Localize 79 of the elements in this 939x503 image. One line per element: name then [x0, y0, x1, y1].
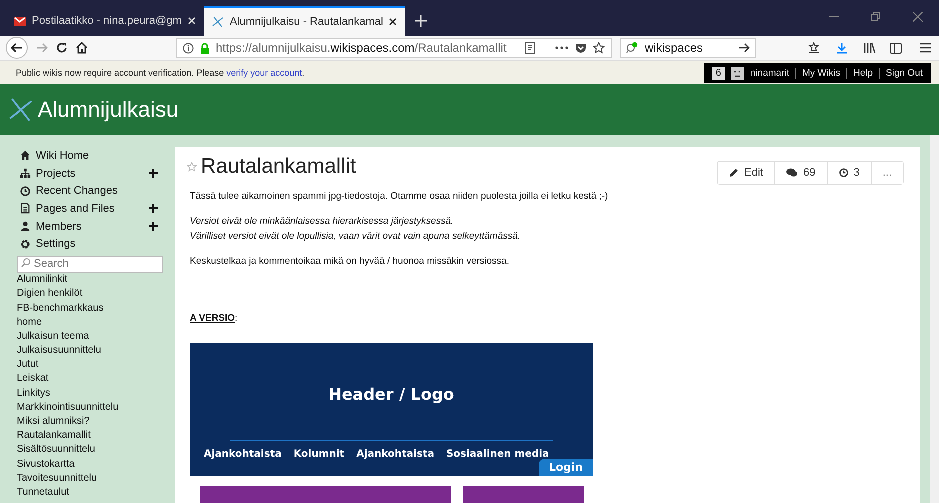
page-link[interactable]: Tavoitesuunnittelu	[17, 472, 170, 486]
paragraph: Värilliset versiot eivät ole lopullisia, vaan värit ovat vain apuna selkeyttämässä.	[190, 230, 522, 244]
search-icon	[626, 42, 639, 54]
nav-item[interactable]: Members	[18, 218, 170, 236]
paragraph: Keskustelkaa ja kommentoikaa mikä on hyvää / huonoa missäkin versiossa.	[190, 255, 510, 269]
page-link[interactable]: Rautalankamallit	[17, 429, 170, 444]
page-title: Rautalankamallit	[201, 155, 356, 179]
back-button[interactable]	[6, 37, 28, 59]
clock-icon	[20, 186, 31, 197]
nav-item[interactable]: Recent Changes	[18, 182, 170, 200]
comments-icon	[786, 168, 798, 178]
nav-item[interactable]: Wiki Home	[18, 147, 170, 165]
tree-icon	[20, 168, 31, 180]
pocket-icon[interactable]	[575, 42, 587, 54]
browser-tab[interactable]: Postilaatikko - nina.peura@gm	[6, 6, 204, 36]
more-icon[interactable]	[555, 46, 569, 50]
notice-text: Public wikis now require account verification. Please verify your account.	[16, 68, 305, 78]
new-tab-icon[interactable]	[415, 15, 428, 27]
star-icon[interactable]	[593, 42, 605, 54]
edit-button[interactable]: Edit	[718, 162, 776, 184]
page-link[interactable]: FB-benchmarkkaus	[17, 302, 170, 316]
file-icon	[20, 203, 31, 214]
avatar-icon[interactable]	[731, 66, 744, 80]
paragraph: Tässä tulee aikamoinen spammi jpg-tiedostoja. Otamme osaa niiden puolesta joilla ei letku kestä ;-)	[190, 190, 610, 204]
nav-item[interactable]: Projects	[18, 164, 170, 182]
scrollbar[interactable]	[930, 135, 939, 503]
lock-icon	[200, 42, 210, 54]
username-link[interactable]: ninamarit	[750, 68, 790, 78]
page-link[interactable]: home	[17, 316, 170, 330]
mockup-header-text: Header / Logo	[328, 385, 456, 404]
plus-icon[interactable]	[149, 222, 158, 232]
gear-icon	[20, 238, 31, 250]
library-icon[interactable]	[864, 42, 876, 54]
home-icon	[20, 150, 31, 162]
paragraph: Versiot eivät ole minkäänlaisessa hierarkisessa järjestyksessä.	[190, 215, 455, 229]
page-link[interactable]: Julkaisusuunnittelu	[17, 344, 170, 358]
arrow-icon[interactable]	[738, 43, 750, 53]
search-icon	[21, 258, 31, 268]
search-field[interactable]: wikispaces	[620, 38, 756, 58]
nav-item[interactable]: Settings	[18, 235, 170, 254]
section-heading: A VERSIO:	[190, 312, 239, 326]
menu-icon[interactable]	[920, 43, 931, 53]
user-link[interactable]: Help	[846, 68, 874, 78]
browser-tab[interactable]: Alumnijulkaisu - Rautalankamal	[204, 6, 406, 36]
clock-icon	[838, 168, 849, 178]
nav-item[interactable]: Pages and Files	[18, 200, 170, 218]
reader-icon[interactable]	[525, 42, 535, 54]
mail-icon	[14, 16, 26, 26]
user-link[interactable]: My Wikis	[795, 68, 840, 78]
star-icon[interactable]	[187, 162, 197, 172]
page-link[interactable]: Linkitys	[17, 386, 170, 401]
user-link[interactable]: Sign Out	[879, 68, 923, 78]
page-link[interactable]: Sisältösuunnittelu	[17, 443, 170, 458]
wiki-title[interactable]: Alumnijulkaisu	[38, 96, 179, 122]
bookmark-icon[interactable]	[808, 42, 820, 54]
page-link[interactable]: Sivustokartta	[17, 458, 170, 472]
download-icon[interactable]	[836, 42, 848, 54]
search-field[interactable]: Search	[17, 256, 163, 273]
page-link[interactable]: Alumnilinkit	[17, 273, 170, 288]
close-icon[interactable]	[389, 18, 398, 26]
notification-count[interactable]: 6	[712, 66, 726, 80]
page-link[interactable]: Markkinointisuunnittelu	[17, 400, 170, 415]
sidebar-icon[interactable]	[890, 42, 902, 54]
reload-icon[interactable]	[56, 42, 68, 54]
page-link[interactable]: Tunnetaulut	[17, 486, 170, 500]
pencil-icon	[729, 168, 740, 178]
info-icon[interactable]	[183, 42, 194, 54]
back-icon	[11, 43, 23, 53]
person-icon	[20, 221, 31, 232]
page-link[interactable]: Julkaisun teema	[17, 330, 170, 344]
page-link[interactable]: Jutut	[17, 358, 170, 372]
page-link[interactable]: Digien henkilöt	[17, 287, 170, 302]
restore-icon[interactable]	[871, 12, 881, 22]
plus-icon[interactable]	[149, 169, 158, 178]
page-link[interactable]: Miksi alumniksi?	[17, 415, 170, 430]
plus-icon[interactable]	[149, 204, 158, 214]
page-link[interactable]: Leiskat	[17, 372, 170, 387]
verify-link[interactable]: verify your account	[226, 68, 302, 78]
home-icon[interactable]	[76, 42, 88, 54]
